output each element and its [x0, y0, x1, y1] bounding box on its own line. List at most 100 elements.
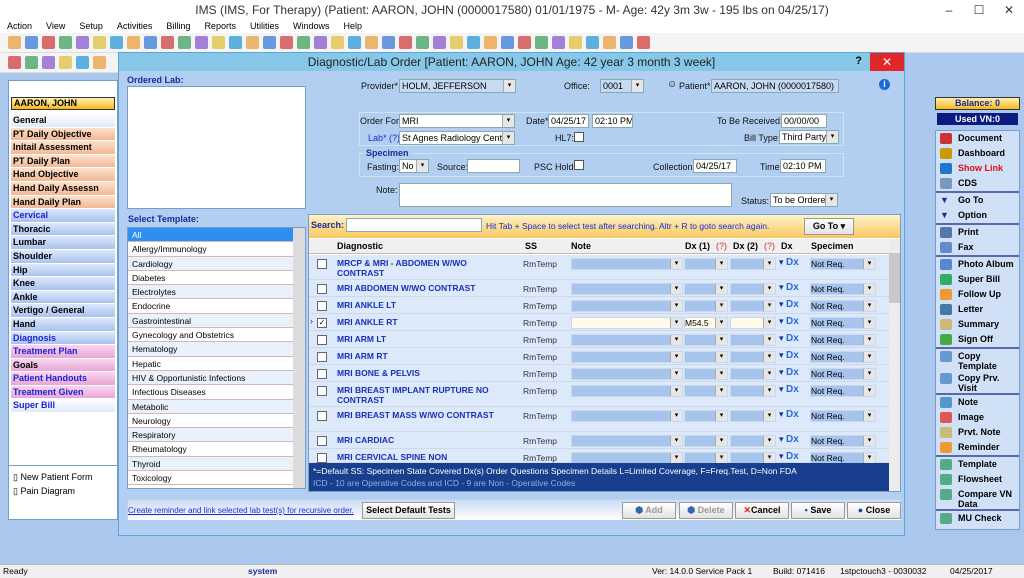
- help-button[interactable]: ?: [855, 55, 862, 67]
- specimen-select[interactable]: Not Req. ▾: [810, 283, 876, 295]
- sidebar-item-hand-daily-plan[interactable]: Hand Daily Plan: [11, 195, 115, 210]
- sidebar-item-super-bill[interactable]: Super Bill: [11, 399, 115, 414]
- action-letter[interactable]: Letter: [936, 302, 1019, 317]
- table-row[interactable]: MRI ABDOMEN W/WO CONTRAST RmTemp ▾ ▾ ▾ Not Re…: [309, 280, 889, 297]
- template-item[interactable]: Thyroid: [128, 456, 293, 472]
- save-button[interactable]: ▪ Save: [791, 502, 845, 519]
- menu-reports[interactable]: Reports: [204, 20, 236, 33]
- sidebar-item-hand[interactable]: Hand: [11, 317, 115, 332]
- action-image[interactable]: Image: [936, 410, 1019, 425]
- toolbar-button-icon[interactable]: [76, 56, 89, 69]
- table-row[interactable]: MRI ARM LT RmTemp ▾ ▾ ▾ Not Req. ▾ ▾ Dx: [309, 331, 889, 348]
- action-template[interactable]: Template: [936, 457, 1019, 472]
- action-show-link[interactable]: Show Link: [936, 161, 1019, 176]
- dx-lookup-icon[interactable]: ▾ Dx: [779, 282, 799, 293]
- toolbar-button-icon[interactable]: [280, 36, 293, 49]
- toolbar-button-icon[interactable]: [8, 36, 21, 49]
- template-item[interactable]: Infectious Diseases: [128, 385, 293, 400]
- note-select[interactable]: ▾: [571, 300, 683, 312]
- dx1-select[interactable]: ▾: [684, 368, 728, 380]
- toolbar-button-icon[interactable]: [314, 36, 327, 49]
- sidebar-item-treatment-plan[interactable]: Treatment Plan: [11, 345, 115, 359]
- toolbar-button-icon[interactable]: [467, 36, 480, 49]
- sidebar-item-pt-daily-plan[interactable]: PT Daily Plan: [11, 154, 115, 169]
- sidebar-item-goals[interactable]: Goals: [11, 358, 115, 373]
- template-scrollbar[interactable]: [293, 228, 305, 488]
- template-item[interactable]: Rheumatology: [128, 442, 293, 457]
- table-row[interactable]: › ✓ MRI ANKLE RT RmTemp ▾ M54.5 ▾ ▾ Not Req. ▾ ▾ D…: [309, 314, 889, 331]
- goto-button[interactable]: Go To ▾: [804, 218, 854, 235]
- dx1-select[interactable]: ▾: [684, 351, 728, 363]
- specimen-select[interactable]: Not Req. ▾: [810, 258, 876, 270]
- column-header[interactable]: (?): [764, 241, 775, 251]
- note-select[interactable]: ▾: [571, 334, 683, 346]
- toolbar-button-icon[interactable]: [93, 56, 106, 69]
- row-checkbox[interactable]: [317, 352, 327, 362]
- template-item[interactable]: Neurology: [128, 414, 293, 429]
- dx2-select[interactable]: ▾: [730, 334, 776, 346]
- action-reminder[interactable]: Reminder: [936, 440, 1019, 455]
- toolbar-button-icon[interactable]: [518, 36, 531, 49]
- add-button[interactable]: ⬢ Add: [622, 502, 676, 519]
- row-checkbox[interactable]: [317, 335, 327, 345]
- order-for-select[interactable]: MRI ▾: [399, 114, 515, 128]
- toolbar-button-icon[interactable]: [229, 36, 242, 49]
- dx1-select[interactable]: ▾: [684, 334, 728, 346]
- action-prvt-note[interactable]: Prvt. Note: [936, 425, 1019, 440]
- action-mu-check[interactable]: MU Check: [936, 511, 1019, 526]
- sidebar-item-hip[interactable]: Hip: [11, 263, 115, 278]
- template-item[interactable]: Gynecology and Obstetrics: [128, 328, 293, 343]
- action-copy-template[interactable]: Copy Template: [936, 349, 1019, 371]
- collection-time-field[interactable]: 02:10 PM: [780, 159, 826, 173]
- toolbar-button-icon[interactable]: [110, 36, 123, 49]
- toolbar-button-icon[interactable]: [127, 36, 140, 49]
- table-row[interactable]: MRI CARDIAC RmTemp ▾ ▾ ▾ Not Req. ▾ ▾ Dx: [309, 432, 889, 449]
- sidebar-item-treatment-given[interactable]: Treatment Given: [11, 385, 115, 400]
- toolbar-button-icon[interactable]: [42, 56, 55, 69]
- dx-lookup-icon[interactable]: ▾ Dx: [779, 434, 799, 445]
- sidebar-item-diagnosis[interactable]: Diagnosis: [11, 331, 115, 346]
- menu-billing[interactable]: Billing: [166, 20, 190, 33]
- column-header[interactable]: Dx (1): [685, 241, 710, 251]
- column-header[interactable]: Specimen: [811, 241, 854, 251]
- template-item[interactable]: Diabetes: [128, 271, 293, 286]
- sidebar-item-patient-handouts[interactable]: Patient Handouts: [11, 372, 115, 386]
- row-checkbox[interactable]: ✓: [317, 318, 327, 328]
- table-row[interactable]: MRI CERVICAL SPINE NON RmTemp ▾ ▾ ▾ Not Req. ▾…: [309, 449, 889, 464]
- provider-select[interactable]: HOLM, JEFFERSON ▾: [399, 79, 516, 93]
- toolbar-button-icon[interactable]: [450, 36, 463, 49]
- row-checkbox[interactable]: [317, 259, 327, 269]
- row-checkbox[interactable]: [317, 436, 327, 446]
- template-item[interactable]: Hepatic: [128, 357, 293, 371]
- dx-lookup-icon[interactable]: ▾ Dx: [779, 367, 799, 378]
- template-item[interactable]: Gastrointestinal: [128, 313, 293, 329]
- menu-action[interactable]: Action: [7, 20, 32, 33]
- psc-hold-checkbox[interactable]: [574, 160, 584, 170]
- note-select[interactable]: ▾: [571, 385, 683, 397]
- sidebar-item-general[interactable]: General: [11, 114, 115, 128]
- select-default-tests-button[interactable]: Select Default Tests: [362, 502, 455, 519]
- toolbar-button-icon[interactable]: [93, 36, 106, 49]
- toolbar-button-icon[interactable]: [246, 36, 259, 49]
- column-header[interactable]: Dx: [781, 241, 793, 251]
- specimen-select[interactable]: Not Req. ▾: [810, 300, 876, 312]
- note-select[interactable]: ▾: [571, 351, 683, 363]
- toolbar-button-icon[interactable]: [59, 36, 72, 49]
- template-item[interactable]: Hematology: [128, 342, 293, 357]
- search-input[interactable]: [346, 218, 482, 232]
- toolbar-button-icon[interactable]: [144, 36, 157, 49]
- status-select[interactable]: To be Ordered ▾: [770, 193, 838, 207]
- row-checkbox[interactable]: [317, 369, 327, 379]
- dx-lookup-icon[interactable]: ▾ Dx: [779, 316, 799, 327]
- template-item[interactable]: Respiratory: [128, 428, 293, 443]
- template-item[interactable]: Metabolic: [128, 399, 293, 414]
- dx-lookup-icon[interactable]: ▾ Dx: [779, 333, 799, 344]
- toolbar-button-icon[interactable]: [399, 36, 412, 49]
- shortcut-pain-diagram[interactable]: ▯ Pain Diagram: [13, 486, 113, 497]
- toolbar-button-icon[interactable]: [586, 36, 599, 49]
- note-select[interactable]: ▾: [571, 435, 683, 447]
- to-be-received-field[interactable]: 00/00/00: [781, 114, 827, 128]
- toolbar-button-icon[interactable]: [382, 36, 395, 49]
- toolbar-button-icon[interactable]: [297, 36, 310, 49]
- dx-lookup-icon[interactable]: ▾ Dx: [779, 384, 799, 395]
